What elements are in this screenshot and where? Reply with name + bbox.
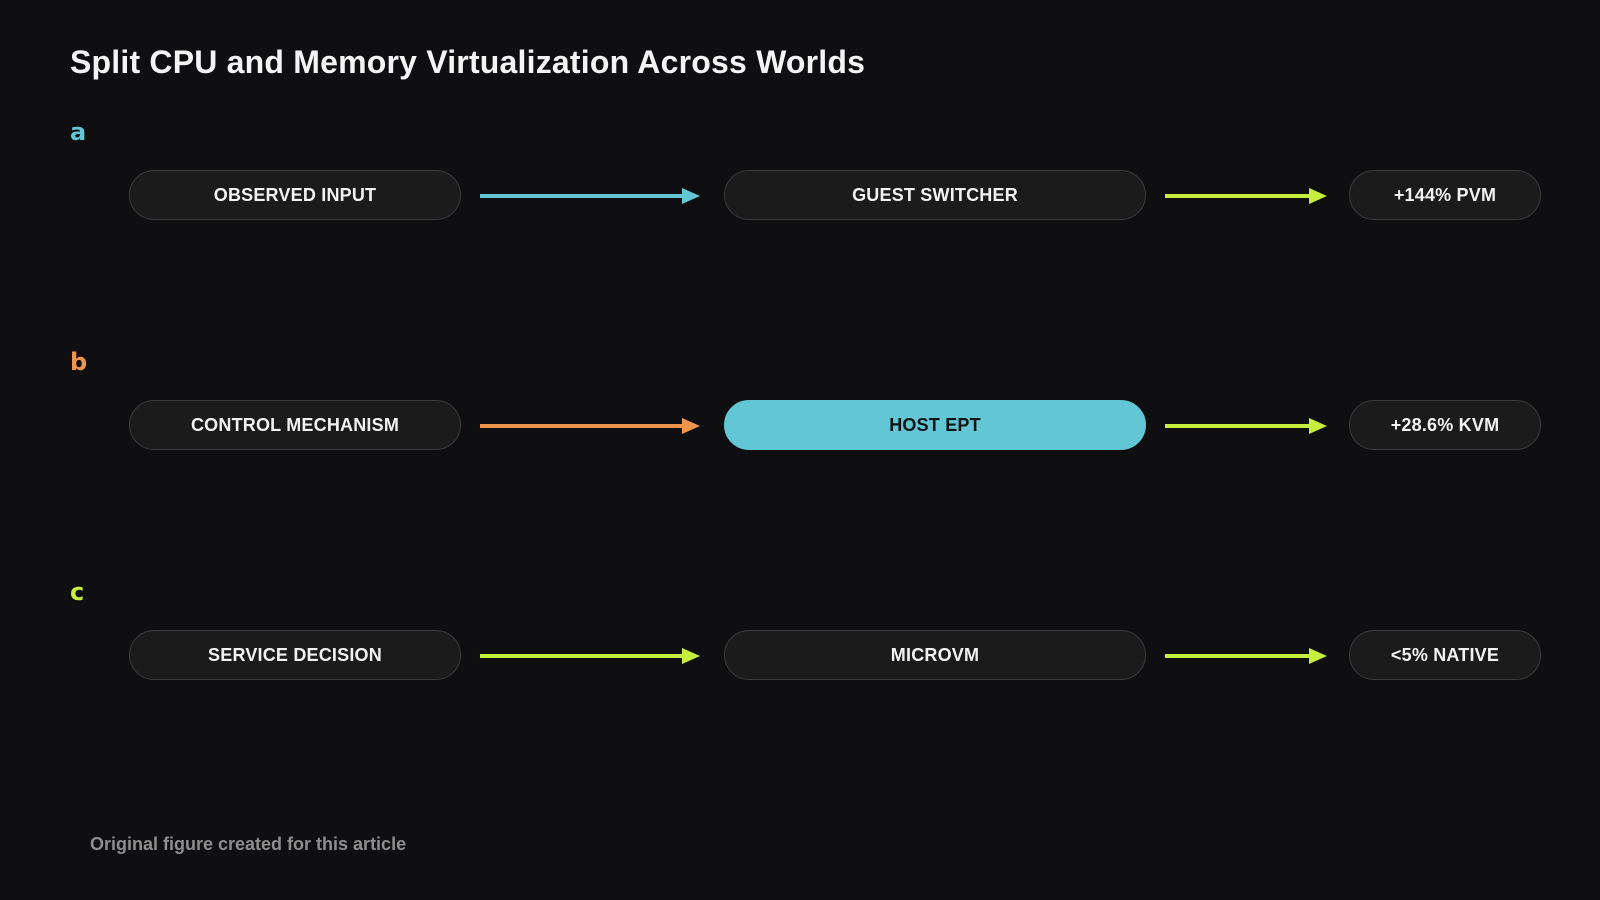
- arrow-mechanism-to-result-b: [1165, 418, 1327, 434]
- mechanism-node-c: MICROVM: [724, 630, 1146, 680]
- row-label-b: b: [70, 348, 88, 376]
- result-node-a: +144% PVM: [1349, 170, 1541, 220]
- row-label-a: a: [70, 118, 87, 146]
- input-node-a: OBSERVED INPUT: [129, 170, 461, 220]
- figure-credit: Original figure created for this article: [90, 834, 407, 854]
- arrow-input-to-mechanism-a: [480, 188, 700, 204]
- diagram-title: Split CPU and Memory Virtualization Acro…: [70, 44, 866, 80]
- arrow-mechanism-to-result-a: [1165, 188, 1327, 204]
- input-node-c: SERVICE DECISION: [129, 630, 461, 680]
- result-node-c: <5% NATIVE: [1349, 630, 1541, 680]
- input-node-b: CONTROL MECHANISM: [129, 400, 461, 450]
- result-node-b: +28.6% KVM: [1349, 400, 1541, 450]
- mechanism-node-b: HOST EPT: [724, 400, 1146, 450]
- arrow-mechanism-to-result-c: [1165, 648, 1327, 664]
- arrow-input-to-mechanism-c: [480, 648, 700, 664]
- mechanism-node-a: GUEST SWITCHER: [724, 170, 1146, 220]
- arrow-input-to-mechanism-b: [480, 418, 700, 434]
- row-label-c: c: [70, 578, 85, 606]
